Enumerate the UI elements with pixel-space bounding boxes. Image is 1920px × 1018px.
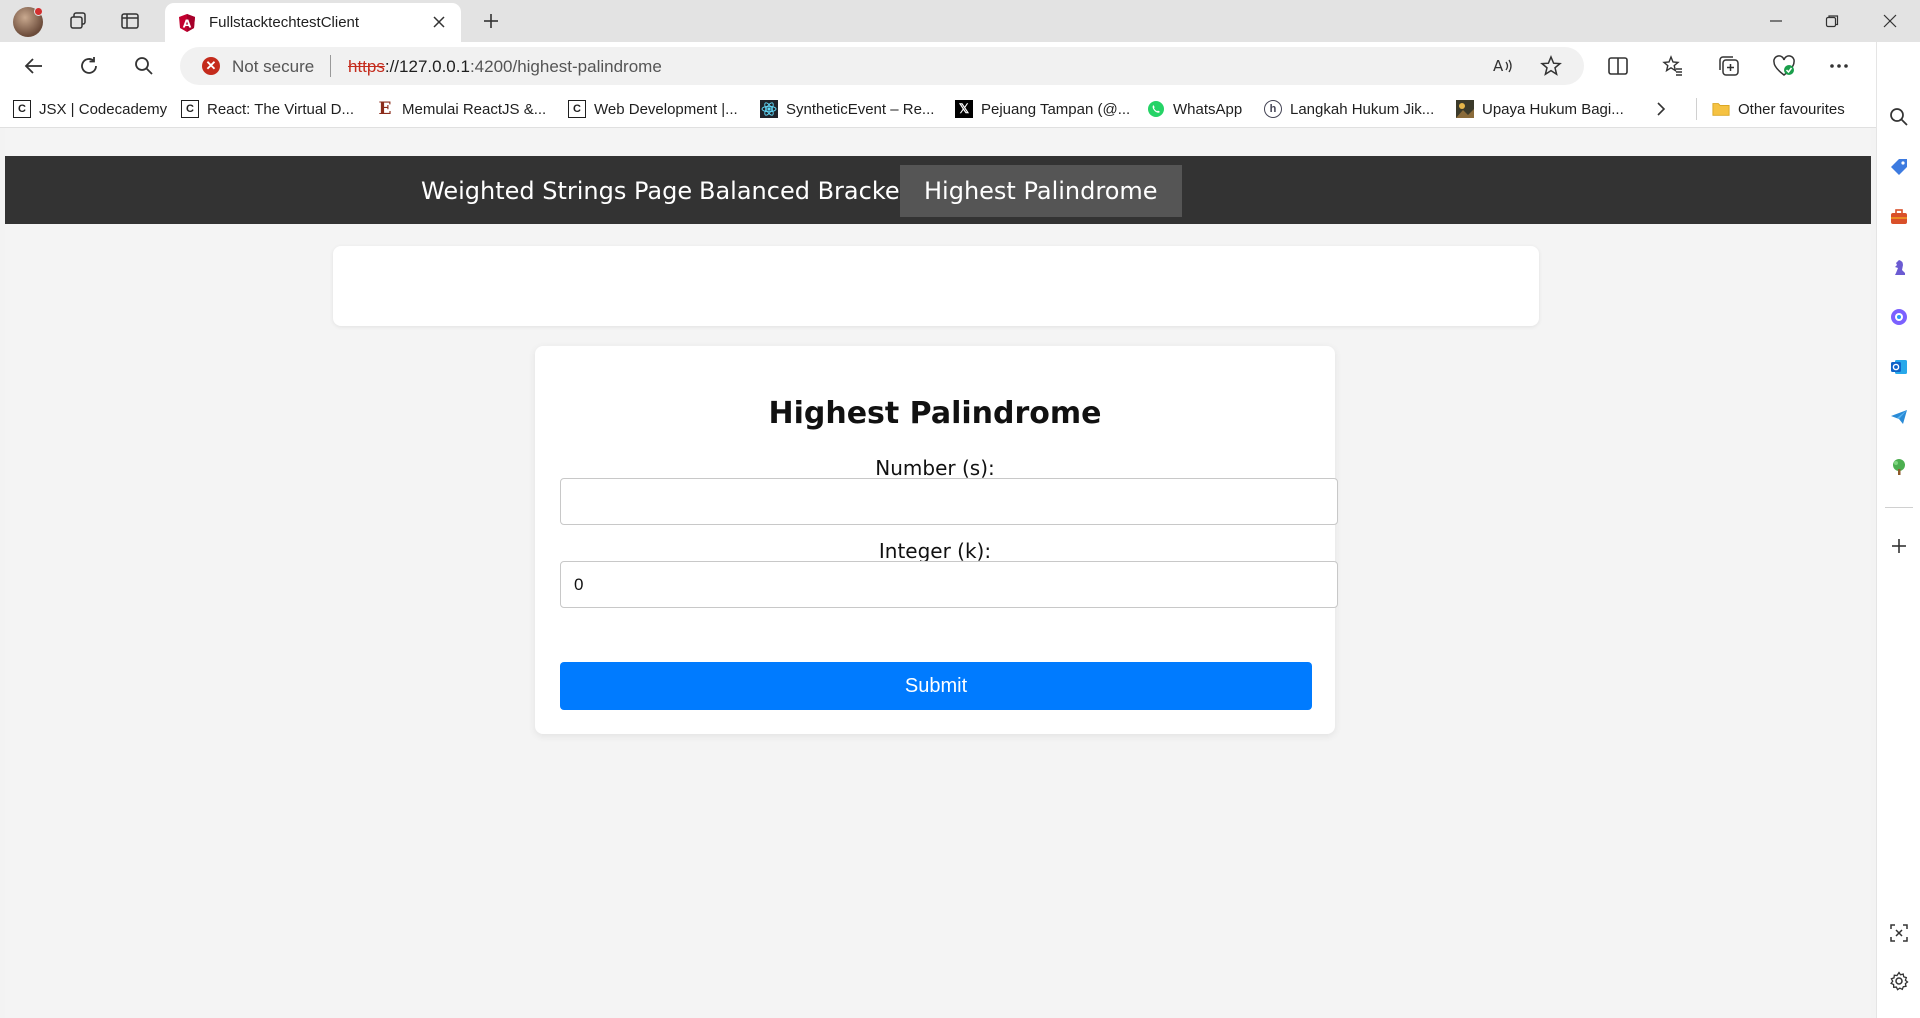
svg-text:A: A [1493,57,1504,75]
close-window-icon[interactable] [1870,6,1910,36]
number-input[interactable] [560,478,1338,525]
read-aloud-icon[interactable]: A [1490,53,1516,79]
h-logo-icon: h [1264,100,1282,118]
react-icon [760,100,778,118]
integer-input[interactable] [560,561,1338,608]
bookmark-item[interactable]: C Web Development |... [568,98,738,120]
workspaces-icon[interactable] [65,8,91,34]
bookmark-label: JSX | Codecademy [39,100,168,118]
minimize-icon[interactable] [1756,6,1796,36]
favorites-icon[interactable] [1657,50,1689,82]
bookmark-label: Other favourites [1738,100,1845,118]
x-icon: 𝕏 [955,100,973,118]
search-icon[interactable] [128,50,160,82]
codecademy-icon: C [568,100,586,118]
not-secure-icon[interactable]: ✕ [202,57,220,75]
form-title: Highest Palindrome [768,396,1102,431]
bookmark-item[interactable]: Upaya Hukum Bagi... [1456,98,1624,120]
settings-gear-icon[interactable] [1885,967,1913,995]
nav-link-weighted-strings[interactable]: Weighted Strings Page [397,165,716,217]
bookmark-label: Memulai ReactJS &... [402,100,547,118]
url-text[interactable]: https://127.0.0.1:4200/highest-palindrom… [348,57,662,77]
other-favourites[interactable]: Other favourites [1712,98,1845,120]
address-bar[interactable]: ✕ Not secure https://127.0.0.1:4200/high… [180,47,1584,85]
shopping-tag-icon[interactable] [1885,153,1913,181]
security-label[interactable]: Not secure [232,57,314,77]
new-tab-icon[interactable] [478,8,504,34]
games-chess-icon[interactable] [1885,253,1913,281]
title-bar: A FullstacktechtestClient [0,0,1920,42]
separator [330,55,331,77]
nav-link-balanced-bracket[interactable]: Balanced Bracket [675,165,933,217]
tree-extension-icon[interactable] [1885,453,1913,481]
collections-icon[interactable] [1713,50,1745,82]
restore-icon[interactable] [1812,6,1852,36]
split-screen-icon[interactable] [1602,50,1634,82]
more-menu-icon[interactable] [1823,50,1855,82]
outlook-icon[interactable] [1885,353,1913,381]
vertical-tabs-icon[interactable] [117,8,143,34]
bookmark-label: SyntheticEvent – Re... [786,100,935,118]
page-viewport: Weighted Strings Page Balanced Bracket H… [5,128,1871,1018]
bookmark-label: React: The Virtual D... [207,100,355,118]
bookmark-label: Langkah Hukum Jik... [1290,100,1435,118]
whatsapp-icon [1147,100,1165,118]
codecademy-icon: C [181,100,199,118]
e-logo-icon: E [378,99,392,119]
bookmark-item[interactable]: SyntheticEvent – Re... [760,98,934,120]
bookmark-label: Web Development |... [594,100,738,118]
integer-label: Integer (k): [878,539,992,563]
bookmark-item[interactable]: h Langkah Hukum Jik... [1264,98,1434,120]
active-tab[interactable]: A FullstacktechtestClient [165,3,461,42]
edge-sidebar [1876,42,1920,1018]
url-path: :4200/highest-palindrome [469,57,662,76]
angular-favicon-icon: A [177,13,197,33]
svg-text:A: A [183,18,192,31]
url-host: ://127.0.0.1 [384,57,470,76]
app-navbar: Weighted Strings Page Balanced Bracket H… [5,156,1871,224]
browser-essentials-icon[interactable] [1768,50,1800,82]
bookmarks-bar: C JSX | Codecademy C React: The Virtual D.… [0,90,1880,128]
empty-result-card [333,246,1539,326]
bookmark-item[interactable]: 𝕏 Pejuang Tampan (@... [955,98,1130,120]
close-tab-icon[interactable] [427,10,451,34]
bookmark-label: Pejuang Tampan (@... [981,100,1131,118]
screenshot-icon[interactable] [1885,919,1913,947]
nav-link-highest-palindrome[interactable]: Highest Palindrome [900,165,1182,217]
copilot-apps-icon[interactable] [1885,303,1913,331]
refresh-icon[interactable] [73,50,105,82]
sidebar-separator [1885,507,1913,508]
tools-briefcase-icon[interactable] [1885,203,1913,231]
bookmark-item[interactable]: C React: The Virtual D... [181,98,354,120]
sidebar-search-icon[interactable] [1885,103,1913,131]
folder-icon [1712,100,1730,118]
bookmarks-overflow-chevron-icon[interactable] [1655,98,1667,120]
palindrome-form-card: Highest Palindrome Number (s): Integer (… [535,346,1338,734]
number-label: Number (s): [875,456,995,480]
browser-toolbar: ✕ Not secure https://127.0.0.1:4200/high… [0,42,1920,90]
tab-title: FullstacktechtestClient [209,14,360,31]
submit-button[interactable]: Submit [560,662,1312,710]
url-scheme: https [348,57,385,76]
bookmark-item[interactable]: C JSX | Codecademy [13,98,167,120]
bookmark-item[interactable]: E Memulai ReactJS &... [376,98,547,120]
codecademy-icon: C [13,100,31,118]
back-arrow-icon[interactable] [18,50,50,82]
separator [1696,98,1697,120]
image-icon [1456,100,1474,118]
bookmark-item[interactable]: WhatsApp [1147,98,1242,120]
bookmark-label: Upaya Hukum Bagi... [1482,100,1624,118]
add-sidebar-app-icon[interactable] [1885,532,1913,560]
notification-dot-icon [34,7,43,16]
bookmark-label: WhatsApp [1173,100,1243,118]
send-telegram-icon[interactable] [1885,403,1913,431]
favorite-star-icon[interactable] [1538,53,1564,79]
